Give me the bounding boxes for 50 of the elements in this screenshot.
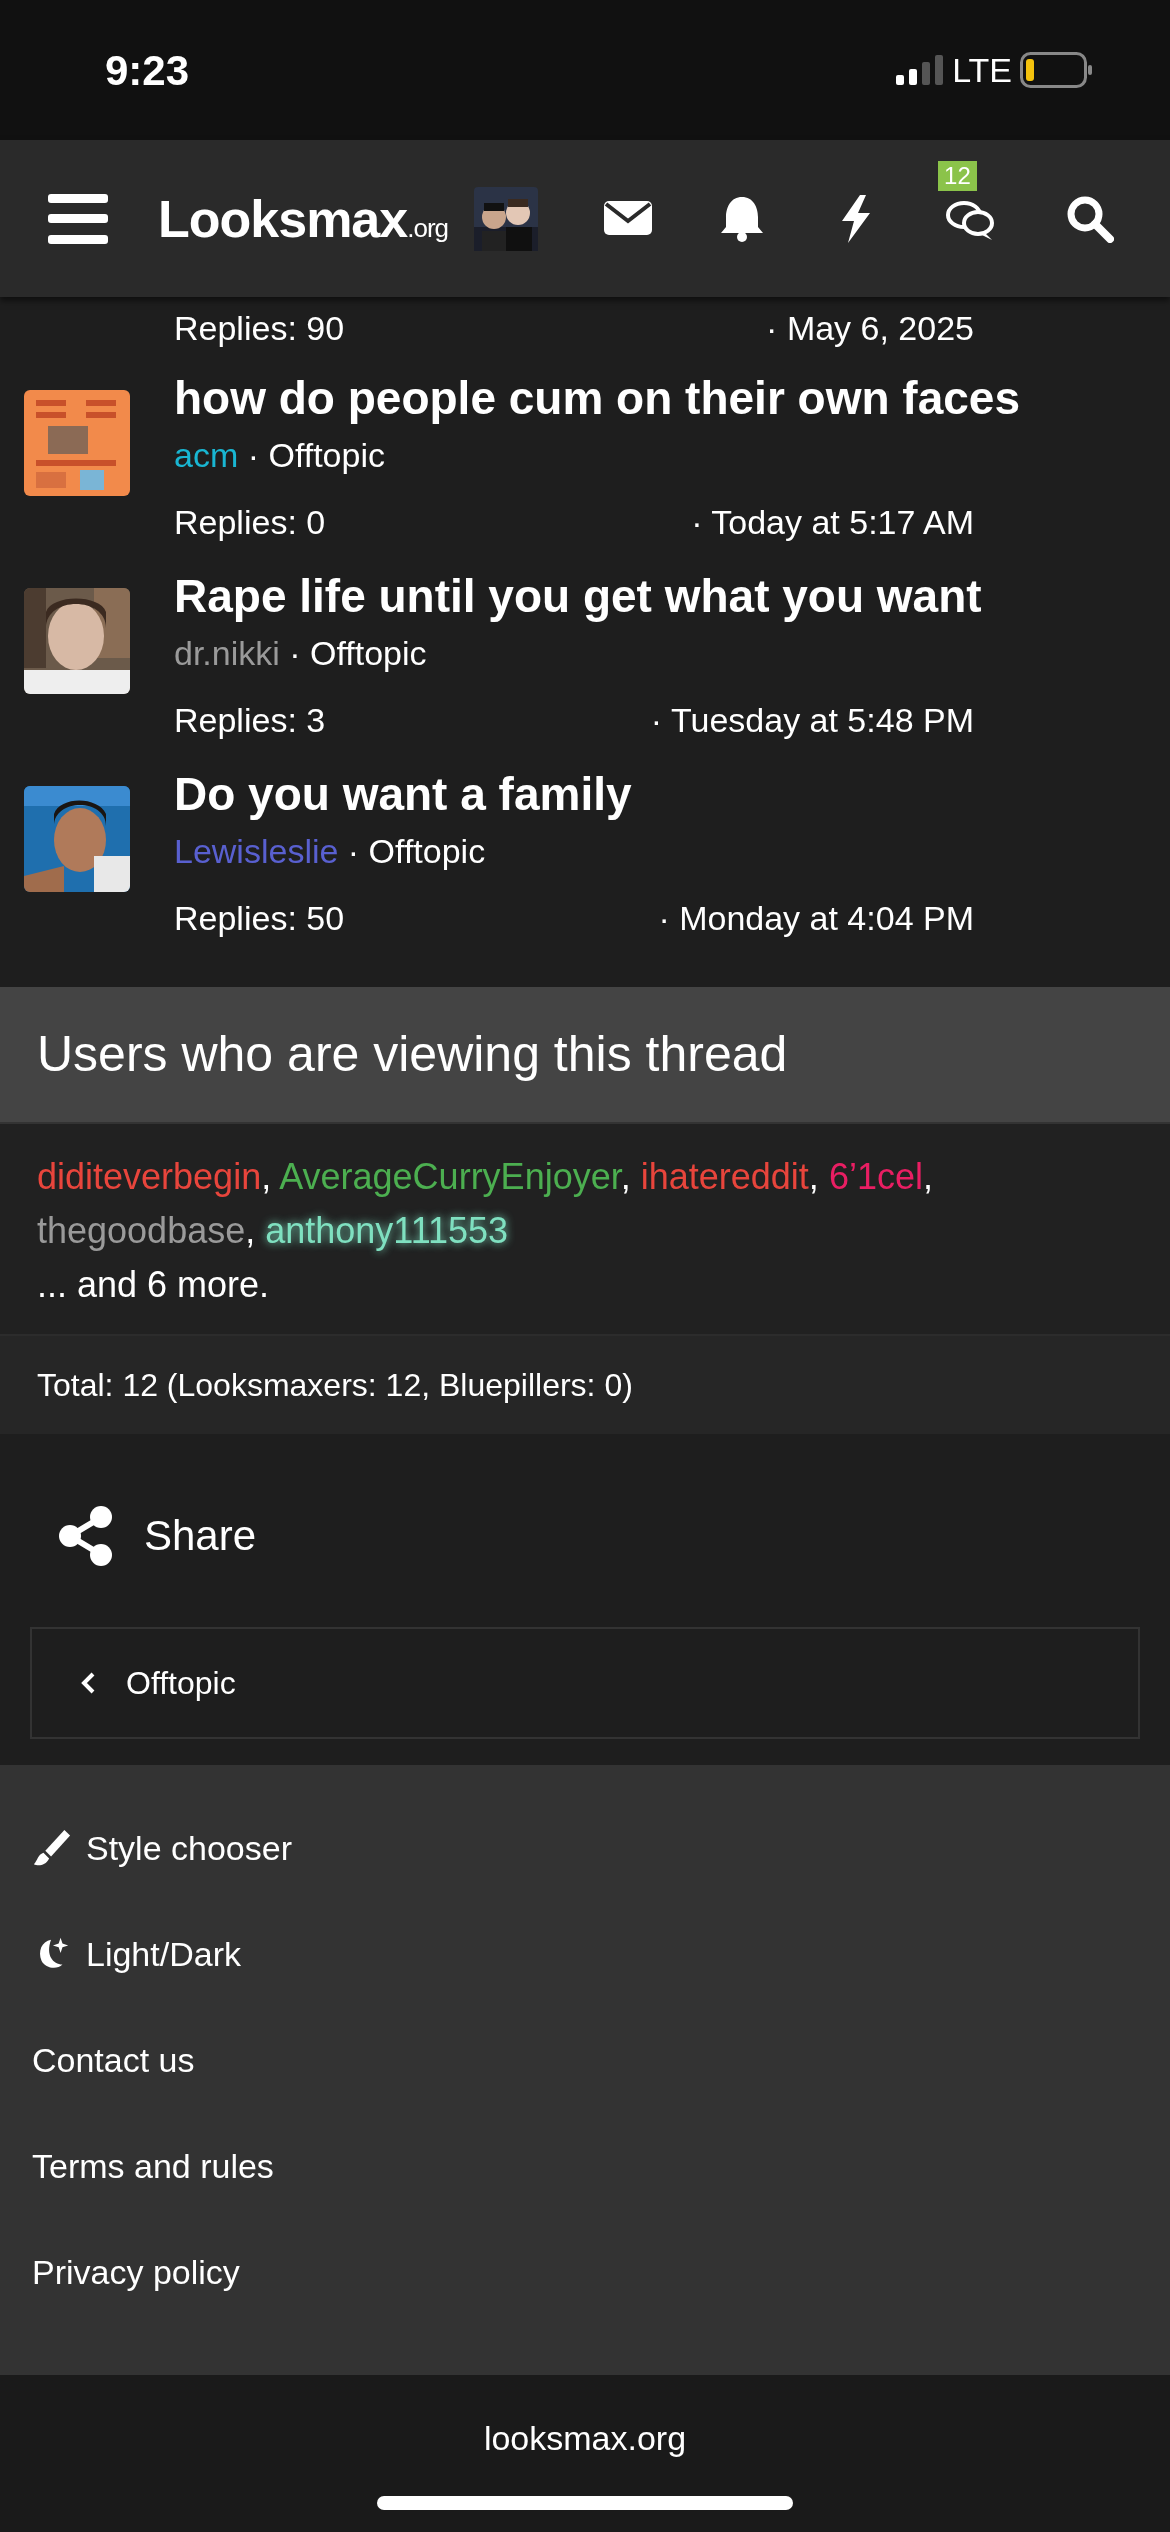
- more-users-text: ... and 6 more.: [37, 1263, 271, 1307]
- author-link[interactable]: dr.nikki: [174, 633, 280, 672]
- menu-button[interactable]: [48, 193, 108, 244]
- author-link[interactable]: acm: [174, 435, 239, 474]
- footer-link[interactable]: Light/Dark: [0, 1901, 1170, 2007]
- footer-link[interactable]: Privacy policy: [0, 2219, 1170, 2325]
- chevron-left-icon: [80, 1671, 96, 1695]
- separator-comma: ,: [261, 1156, 272, 1197]
- post-date: · Monday at 4:04 PM: [658, 897, 974, 939]
- menu-icon: [48, 193, 108, 244]
- battery-icon: [1020, 52, 1092, 88]
- username-link[interactable]: diditeverbegin: [37, 1156, 262, 1197]
- viewer-total: Total: 12 (Looksmaxers: 12, Bluepillers: 0): [0, 1334, 1170, 1434]
- signal-icon: [896, 55, 945, 85]
- thread-title[interactable]: how do people cum on their own faces: [174, 373, 1020, 424]
- reply-count: Replies: 0: [174, 501, 326, 543]
- separator-comma: ,: [808, 1156, 819, 1197]
- forum-label: · Offtopic: [346, 831, 486, 870]
- username-link[interactable]: AverageCurryEnjoyer: [279, 1156, 621, 1197]
- forum-label: · Offtopic: [288, 633, 427, 672]
- breadcrumb-link[interactable]: Offtopic: [30, 1627, 1140, 1739]
- thread-title[interactable]: Do you want a family: [174, 769, 974, 820]
- footer-link[interactable]: Terms and rules: [0, 2113, 1170, 2219]
- separator-comma: ,: [922, 1156, 933, 1197]
- network-label: LTE: [952, 49, 1012, 91]
- username-link[interactable]: 6’1cel: [828, 1156, 923, 1197]
- separator-comma: ,: [245, 1210, 256, 1251]
- share-button[interactable]: Share: [58, 1504, 257, 1567]
- unread-count-badge: 12: [938, 160, 977, 191]
- reply-count: Replies: 50: [174, 897, 345, 939]
- post-date: · Tuesday at 5:48 PM: [650, 699, 974, 741]
- username-link[interactable]: thegoodbase: [37, 1210, 246, 1251]
- footer-link[interactable]: Style chooser: [0, 1795, 1170, 1901]
- url-text: looksmax.org: [483, 2418, 687, 2459]
- post-date: · Today at 5:17 AM: [691, 501, 974, 543]
- search-icon: [1066, 194, 1115, 243]
- brush-icon: [32, 1828, 72, 1868]
- username-link[interactable]: anthony111553: [265, 1210, 509, 1251]
- account-button[interactable]: [474, 186, 539, 251]
- section-heading: Users who are viewing this thread: [0, 987, 1170, 1124]
- post-date: · May 6, 2025: [766, 308, 974, 349]
- reply-count: Replies: 3: [174, 699, 326, 741]
- reply-count: Replies: 90: [174, 308, 345, 349]
- share-icon: [58, 1505, 114, 1566]
- clock-time: 9:23: [105, 45, 190, 96]
- thread-title[interactable]: Rape life until you get what you want: [174, 571, 982, 622]
- username-link[interactable]: ihatereddit: [640, 1156, 809, 1197]
- site-logo[interactable]: Looksmax.org: [158, 179, 449, 258]
- footer-link[interactable]: Contact us: [0, 2007, 1170, 2113]
- forum-label: · Offtopic: [246, 435, 385, 474]
